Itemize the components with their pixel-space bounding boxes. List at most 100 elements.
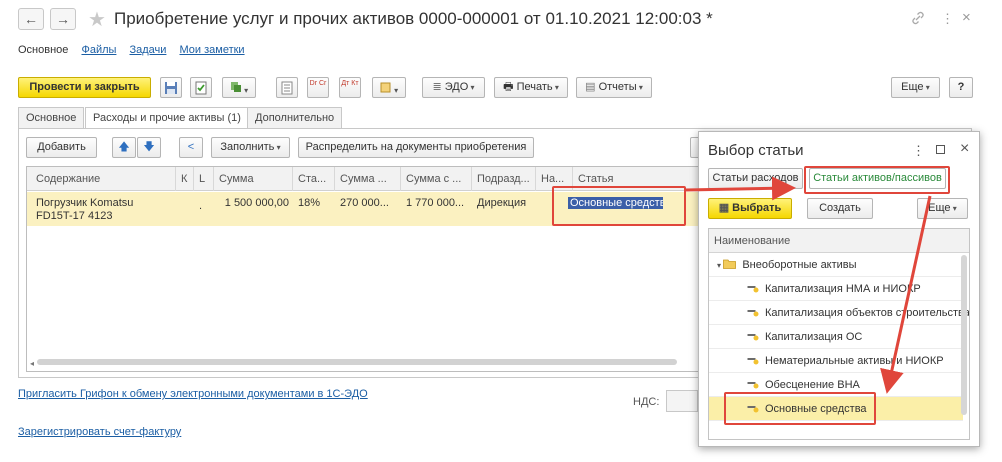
col-rate[interactable]: Ста... <box>293 167 335 191</box>
scroll-left-icon[interactable]: ◂ <box>30 359 34 368</box>
cell-article-value: Основные средства <box>568 197 663 209</box>
forward-button[interactable]: → <box>50 8 76 30</box>
group-label: Внеоборотные активы <box>742 259 857 271</box>
table-row[interactable]: Погрузчик Komatsu FD15T-17 4123 . 1 500 … <box>27 192 715 226</box>
fill-button[interactable]: Заполнить ▾ <box>211 137 290 158</box>
move-down-button[interactable]: 🡇 <box>137 137 161 158</box>
dt-kt-icon[interactable]: Dr Cr <box>307 77 329 98</box>
forward-arrow-icon: → <box>56 11 70 27</box>
list-item[interactable]: Нематериальные активы и НИОКР <box>709 349 963 373</box>
share-button[interactable]: < <box>179 137 203 158</box>
register-invoice-link[interactable]: Зарегистрировать счет-фактуру <box>18 426 181 438</box>
link-icon[interactable] <box>911 11 925 28</box>
fill-label: Заполнить <box>220 141 275 153</box>
select-button[interactable]: ▦ Выбрать <box>708 198 792 219</box>
article-item-icon <box>747 331 759 343</box>
dialog-close-icon[interactable]: × <box>960 140 969 158</box>
create-button[interactable]: Создать <box>807 198 873 219</box>
col-na[interactable]: На... <box>536 167 573 191</box>
col-content[interactable]: Содержание <box>31 167 176 191</box>
select-label: Выбрать <box>732 202 782 214</box>
close-icon[interactable]: × <box>962 9 971 26</box>
col-department[interactable]: Подразд... <box>472 167 536 191</box>
move-up-button[interactable]: 🡅 <box>112 137 136 158</box>
cell-l[interactable]: . <box>194 200 214 213</box>
dialog-more-button[interactable]: Еще ▾ <box>917 198 968 219</box>
vat-label: НДС: <box>633 396 660 408</box>
reports-button[interactable]: ▤ Отчеты ▾ <box>576 77 652 98</box>
post-icon[interactable] <box>190 77 212 98</box>
help-button[interactable]: ? <box>949 77 973 98</box>
dt-kt-movements-icon[interactable]: Дт Кт <box>339 77 361 98</box>
back-button[interactable]: ← <box>18 8 44 30</box>
distribute-button[interactable]: Распределить на документы приобретения <box>298 137 534 158</box>
tab-asset-articles[interactable]: Статьи активов/пассивов <box>809 168 946 189</box>
edo-button[interactable]: ≣ ЭДО ▾ <box>422 77 485 98</box>
list-header-name[interactable]: Наименование <box>709 229 969 253</box>
list-item-label: Капитализация объектов строительства <box>765 307 970 319</box>
col-article[interactable]: Статья <box>573 167 717 191</box>
vat-field[interactable] <box>666 390 698 412</box>
dialog-more-label: Еще <box>928 202 951 214</box>
share-icon: < <box>187 141 195 153</box>
cell-content[interactable]: Погрузчик Komatsu FD15T-17 4123 <box>31 197 176 223</box>
tab-main[interactable]: Основное <box>18 107 85 128</box>
arrow-up-icon: 🡅 <box>118 141 130 153</box>
create-based-on-button[interactable]: ▾ <box>222 77 256 98</box>
list-item-label: Капитализация НМА и НИОКР <box>765 283 921 295</box>
reports-icon: ▤ <box>585 81 599 93</box>
vertical-scrollbar[interactable] <box>961 255 967 415</box>
more-button[interactable]: Еще ▾ <box>891 77 940 98</box>
cell-content-line1: Погрузчик Komatsu <box>36 197 134 209</box>
col-vat[interactable]: Сумма ... <box>335 167 401 191</box>
table-header: Содержание К L Сумма Ста... Сумма ... Су… <box>27 167 715 191</box>
folder-icon <box>723 259 739 271</box>
list-item-label: Основные средства <box>765 403 867 415</box>
list-item[interactable]: Капитализация ОС <box>709 325 963 349</box>
print-label: Печать <box>516 81 553 93</box>
cell-content-line2: FD15T-17 4123 <box>36 210 113 222</box>
tab-expense-articles[interactable]: Статьи расходов <box>708 168 803 189</box>
cell-vat[interactable]: 270 000... <box>335 197 401 210</box>
attach-files-button[interactable]: ▾ <box>372 77 406 98</box>
print-button[interactable]: 🖶 Печать ▾ <box>494 77 568 98</box>
post-and-close-button[interactable]: Провести и закрыть <box>18 77 151 98</box>
list-item[interactable]: Обесценение ВНА <box>709 373 963 397</box>
horizontal-scrollbar[interactable] <box>37 359 677 365</box>
nav-main[interactable]: Основное <box>18 44 68 56</box>
tab-expenses[interactable]: Расходы и прочие активы (1) <box>85 107 249 129</box>
col-k[interactable]: К <box>176 167 194 191</box>
list-icon[interactable] <box>276 77 298 98</box>
cell-department[interactable]: Дирекция <box>472 197 536 210</box>
col-l[interactable]: L <box>194 167 214 191</box>
list-item[interactable]: Капитализация НМА и НИОКР <box>709 277 963 301</box>
list-group-noncurrent-assets[interactable]: ▾ Внеоборотные активы <box>709 253 963 277</box>
dialog-maximize-icon[interactable] <box>936 145 945 154</box>
col-sum[interactable]: Сумма <box>214 167 293 191</box>
add-button[interactable]: Добавить <box>26 137 97 158</box>
nav-tasks[interactable]: Задачи <box>129 44 166 56</box>
tab-additional[interactable]: Дополнительно <box>247 107 343 128</box>
nav-files[interactable]: Файлы <box>81 44 116 56</box>
cell-sum[interactable]: 1 500 000,00 <box>214 197 293 210</box>
article-item-icon <box>747 307 759 319</box>
articles-list: Наименование ▾ Внеоборотные активы Капит… <box>708 228 970 440</box>
nav-notes[interactable]: Мои заметки <box>179 44 244 56</box>
list-item[interactable]: Капитализация объектов строительства <box>709 301 969 325</box>
cell-article[interactable]: Основные средства <box>563 197 663 210</box>
col-total[interactable]: Сумма с ... <box>401 167 472 191</box>
cell-rate[interactable]: 18% <box>293 197 335 210</box>
back-arrow-icon: ← <box>24 11 38 27</box>
dialog-more-icon[interactable]: ⋮ <box>912 143 925 159</box>
favorite-star-icon[interactable]: ★ <box>88 7 106 32</box>
reports-label: Отчеты <box>598 81 637 93</box>
cell-total[interactable]: 1 770 000... <box>401 197 472 210</box>
invite-edo-link[interactable]: Пригласить Грифон к обмену электронными … <box>18 388 368 400</box>
dialog-title: Выбор статьи <box>708 142 804 159</box>
list-item[interactable]: Основные средства <box>709 397 963 421</box>
title-bar: ← → ★ Приобретение услуг и прочих активо… <box>0 0 1002 38</box>
edo-icon: ≣ <box>432 81 445 93</box>
printer-icon: 🖶 <box>503 81 517 93</box>
save-icon[interactable] <box>160 77 182 98</box>
more-options-icon[interactable]: ⋮ <box>941 11 954 27</box>
